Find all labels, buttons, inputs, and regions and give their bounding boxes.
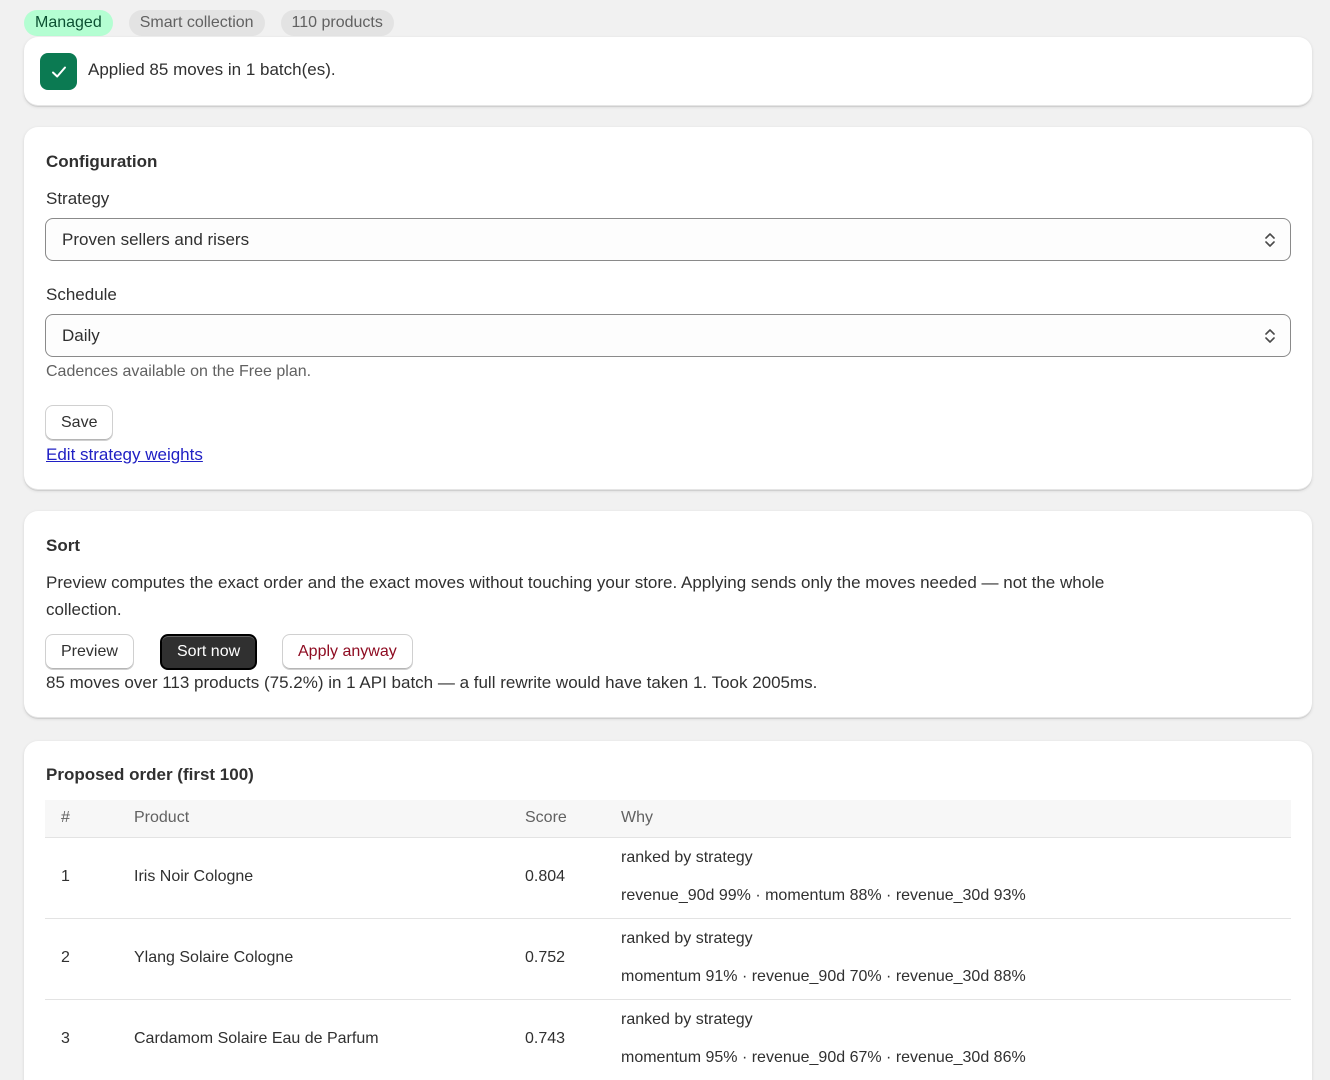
product-count-badge: 110 products [280, 10, 394, 36]
sort-description: Preview computes the exact order and the… [46, 573, 1105, 619]
preview-button[interactable]: Preview [45, 634, 134, 670]
column-header-score: Score [525, 809, 567, 826]
managed-badge: Managed [24, 10, 113, 36]
row-factors: revenue_90d 99% · momentum 88% · revenue… [621, 887, 1026, 904]
row-rank: 1 [61, 868, 70, 885]
row-score: 0.743 [525, 1030, 566, 1047]
checkmark-icon [40, 53, 77, 90]
configuration-heading: Configuration [46, 152, 158, 171]
row-reason: ranked by strategy [621, 930, 753, 947]
banner-message: Applied 85 moves in 1 batch(es). [88, 60, 336, 79]
strategy-select-value: Proven sellers and risers [62, 230, 250, 249]
apply-anyway-button[interactable]: Apply anyway [282, 634, 413, 670]
table-row: 2 Ylang Solaire Cologne 0.752 ranked by … [45, 919, 1291, 1000]
row-factors: momentum 95% · revenue_90d 67% · revenue… [621, 1049, 1026, 1066]
row-product: Iris Noir Cologne [134, 868, 254, 885]
column-header-why: Why [621, 809, 653, 826]
schedule-label: Schedule [46, 285, 117, 304]
table-row: 1 Iris Noir Cologne 0.804 ranked by stra… [45, 838, 1291, 919]
row-product: Ylang Solaire Cologne [134, 949, 294, 966]
select-chevron-icon [1264, 231, 1276, 254]
column-header-rank: # [61, 809, 70, 826]
row-reason: ranked by strategy [621, 1011, 753, 1028]
proposed-order-table: # Product Score Why 1 Iris Noir Cologne … [45, 800, 1291, 1080]
column-header-product: Product [134, 809, 190, 826]
success-banner: Applied 85 moves in 1 batch(es). [24, 37, 1312, 106]
configuration-card: Configuration Strategy Proven sellers an… [24, 127, 1312, 490]
proposed-order-heading: Proposed order (first 100) [46, 765, 254, 784]
table-row: 3 Cardamom Solaire Eau de Parfum 0.743 r… [45, 1000, 1291, 1080]
table-header: # Product Score Why [45, 800, 1291, 838]
collection-type-badge: Smart collection [128, 10, 265, 36]
sort-now-button[interactable]: Sort now [160, 634, 258, 670]
row-product: Cardamom Solaire Eau de Parfum [134, 1030, 379, 1047]
row-factors: momentum 91% · revenue_90d 70% · revenue… [621, 968, 1026, 985]
edit-strategy-weights-link[interactable]: Edit strategy weights [46, 445, 203, 465]
save-button[interactable]: Save [45, 405, 114, 441]
select-chevron-icon [1264, 327, 1276, 350]
sort-heading: Sort [46, 536, 80, 555]
row-rank: 3 [61, 1030, 70, 1047]
status-badges: Managed Smart collection 110 products [24, 10, 394, 36]
schedule-select[interactable]: Daily [45, 314, 1291, 357]
strategy-label: Strategy [46, 189, 110, 208]
row-score: 0.752 [525, 949, 566, 966]
strategy-select[interactable]: Proven sellers and risers [45, 218, 1291, 261]
sort-result-text: 85 moves over 113 products (75.2%) in 1 … [46, 673, 818, 692]
row-reason: ranked by strategy [621, 849, 753, 866]
schedule-help-text: Cadences available on the Free plan. [46, 363, 312, 380]
row-rank: 2 [61, 949, 70, 966]
proposed-order-card: Proposed order (first 100) # Product Sco… [24, 741, 1312, 1080]
sort-card: Sort Preview computes the exact order an… [24, 511, 1312, 718]
schedule-select-value: Daily [62, 326, 100, 345]
row-score: 0.804 [525, 868, 566, 885]
